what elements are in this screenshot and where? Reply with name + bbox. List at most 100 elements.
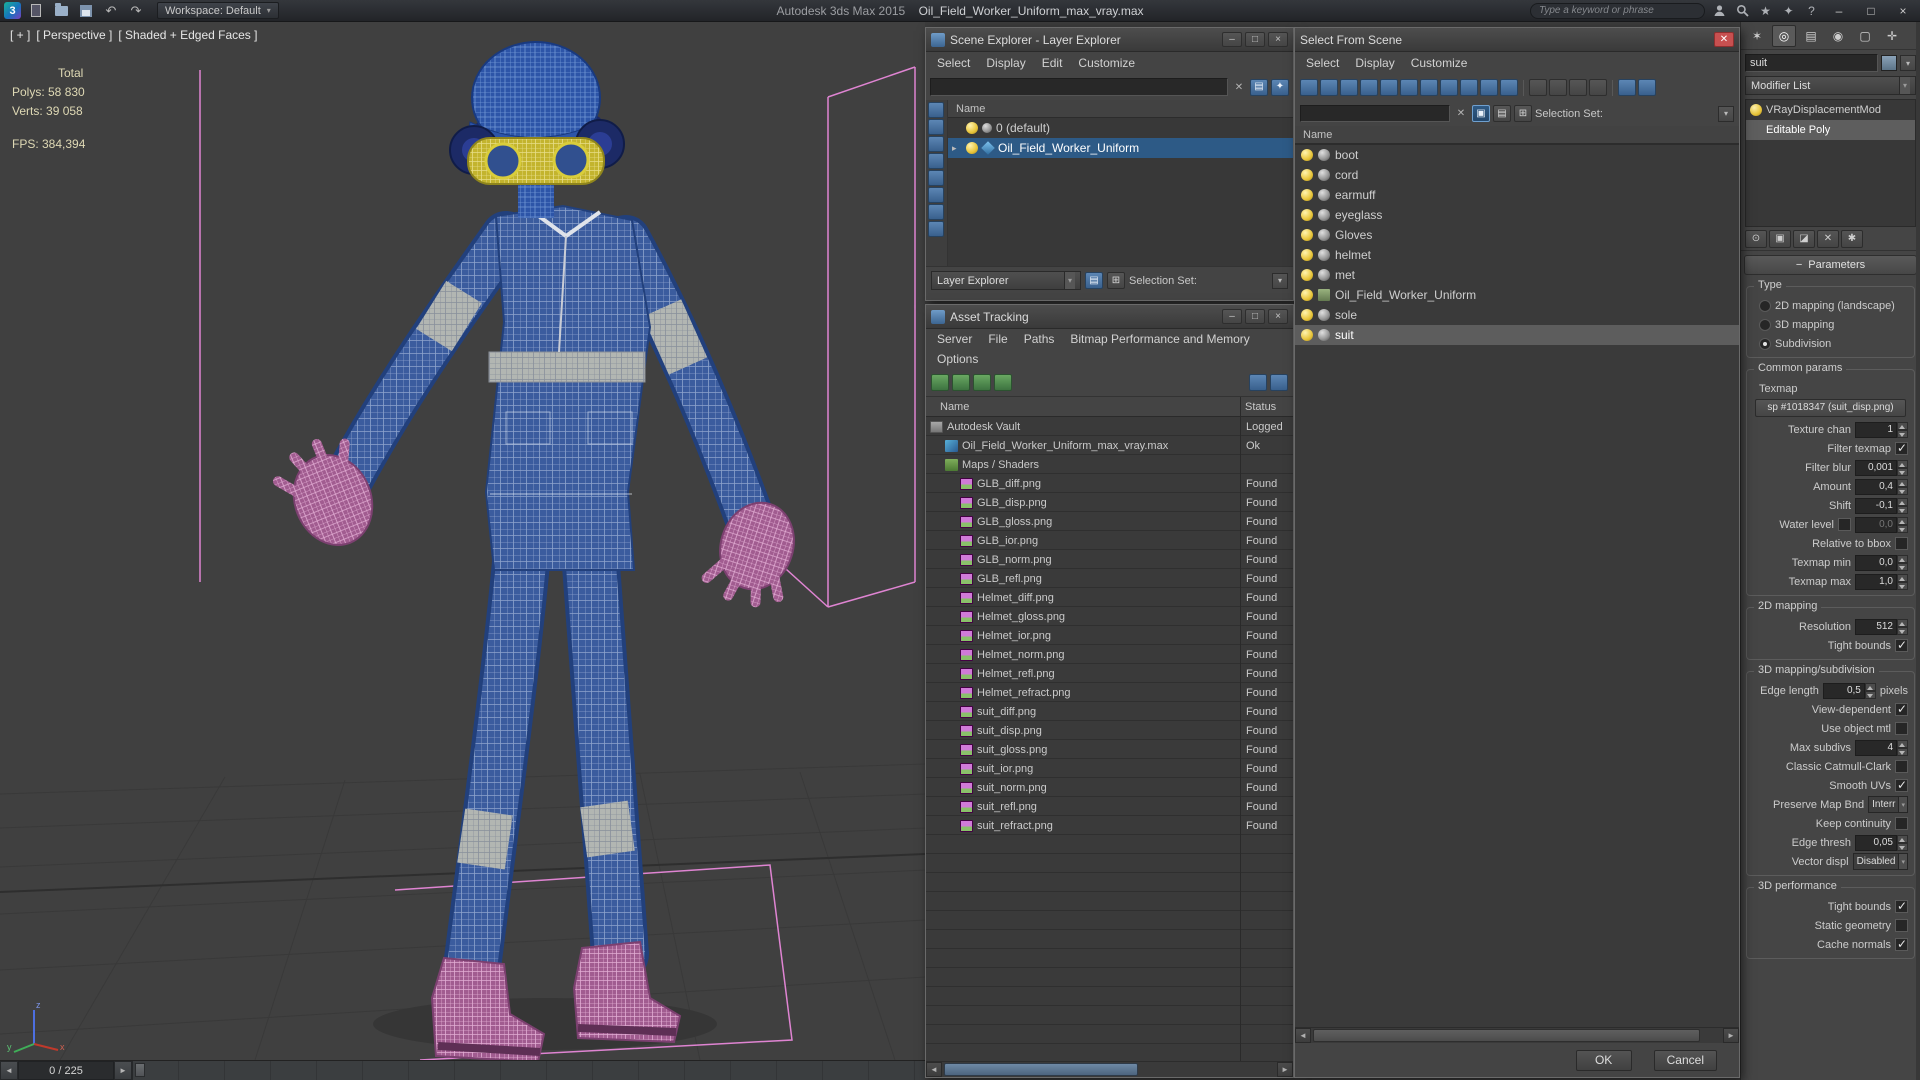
minimize-icon[interactable]: –: [1222, 309, 1242, 324]
communication-center-icon[interactable]: ✦: [1780, 2, 1797, 19]
explorer-mode-combo[interactable]: Layer Explorer ▾: [931, 271, 1081, 290]
hierarchy-mode-icon[interactable]: ✦: [1271, 78, 1289, 96]
toolbar-icon[interactable]: [1500, 79, 1518, 96]
2d-mapping-radio[interactable]: [1759, 299, 1771, 312]
frame-indicator[interactable]: 0 / 225: [18, 1061, 114, 1080]
toolbar-icon[interactable]: [1480, 79, 1498, 96]
table-row[interactable]: suit_disp.png Found: [926, 721, 1293, 740]
preserve-map-bnd-select[interactable]: Interr ▾: [1868, 796, 1908, 813]
tab-create-icon[interactable]: ✶: [1745, 25, 1769, 47]
list-item[interactable]: helmet: [1295, 245, 1739, 265]
layer-row-default[interactable]: 0 (default): [948, 118, 1293, 138]
name-column-header[interactable]: Name: [1295, 126, 1739, 144]
ok-button[interactable]: OK: [1575, 1049, 1632, 1071]
table-row[interactable]: Helmet_diff.png Found: [926, 588, 1293, 607]
table-row[interactable]: GLB_gloss.png Found: [926, 512, 1293, 531]
menu-file[interactable]: File: [980, 330, 1015, 348]
toolbar-icon[interactable]: [1320, 79, 1338, 96]
remove-modifier-icon[interactable]: ✕: [1817, 229, 1839, 248]
favorites-icon[interactable]: ★: [1757, 2, 1774, 19]
modifier-list-dropdown[interactable]: Modifier List ▾: [1745, 76, 1916, 95]
modifier-stack-item[interactable]: VRayDisplacementMod: [1746, 100, 1915, 120]
resolution-spinner[interactable]: 512: [1855, 618, 1908, 635]
toolbar-icon[interactable]: [994, 374, 1012, 391]
toolbar-icon[interactable]: [1360, 79, 1378, 96]
static-geometry-checkbox[interactable]: [1895, 919, 1908, 932]
maximize-icon[interactable]: □: [1245, 309, 1265, 324]
select-from-scene-titlebar[interactable]: Select From Scene ✕: [1295, 28, 1739, 52]
horizontal-scrollbar[interactable]: ◄ ►: [926, 1061, 1293, 1077]
table-row[interactable]: suit_norm.png Found: [926, 778, 1293, 797]
list-item[interactable]: met: [1295, 265, 1739, 285]
toolbar-icon[interactable]: [1460, 79, 1478, 96]
modifier-enable-icon[interactable]: [1750, 104, 1762, 116]
make-unique-icon[interactable]: ◪: [1793, 229, 1815, 248]
table-row[interactable]: suit_refl.png Found: [926, 797, 1293, 816]
use-object-mtl-checkbox[interactable]: [1895, 722, 1908, 735]
expand-arrow-icon[interactable]: ▸: [952, 143, 962, 154]
toolbar-icon[interactable]: [928, 119, 944, 135]
sign-in-icon[interactable]: [1711, 2, 1728, 19]
cache-normals-checkbox[interactable]: [1895, 937, 1908, 951]
classic-catmull-clark-checkbox[interactable]: [1895, 760, 1908, 773]
toolbar-icon[interactable]: [928, 153, 944, 169]
clear-search-icon[interactable]: ✕: [1453, 106, 1469, 122]
visibility-icon[interactable]: [1301, 269, 1313, 281]
list-item[interactable]: sole: [1295, 305, 1739, 325]
scroll-left-icon[interactable]: ◄: [1295, 1028, 1311, 1043]
close-icon[interactable]: ×: [1268, 309, 1288, 324]
keep-continuity-checkbox[interactable]: [1895, 817, 1908, 830]
search-icon[interactable]: [1734, 2, 1751, 19]
toolbar-icon[interactable]: [1300, 79, 1318, 96]
tight-bounds-3d-checkbox[interactable]: [1895, 899, 1908, 913]
clear-search-icon[interactable]: ✕: [1231, 79, 1247, 95]
subdivision-radio[interactable]: [1759, 337, 1771, 350]
object-color-swatch[interactable]: [1881, 55, 1897, 71]
scene-explorer-titlebar[interactable]: Scene Explorer - Layer Explorer – □ ×: [926, 28, 1293, 52]
shift-spinner[interactable]: -0,1: [1855, 497, 1908, 514]
viewport-shading-menu[interactable]: [ Shaded + Edged Faces ]: [118, 28, 257, 42]
visibility-icon[interactable]: [1301, 229, 1313, 241]
list-item[interactable]: Oil_Field_Worker_Uniform: [1295, 285, 1739, 305]
previous-frame-button[interactable]: ◄: [0, 1061, 18, 1080]
toolbar-icon[interactable]: [928, 204, 944, 220]
table-row[interactable]: Autodesk Vault Logged: [926, 417, 1293, 436]
table-row[interactable]: GLB_norm.png Found: [926, 550, 1293, 569]
select-by-layer-icon[interactable]: ▤: [1250, 78, 1268, 96]
scroll-right-icon[interactable]: ►: [1277, 1062, 1293, 1077]
tight-bounds-checkbox[interactable]: [1895, 638, 1908, 652]
table-row[interactable]: Maps / Shaders: [926, 455, 1293, 474]
scrollbar-thumb[interactable]: [1313, 1029, 1701, 1042]
filter-texmap-checkbox[interactable]: [1895, 441, 1908, 455]
filter-blur-spinner[interactable]: 0,001: [1855, 459, 1908, 476]
viewport-label[interactable]: [ + ] [ Perspective ] [ Shaded + Edged F…: [10, 28, 257, 42]
layer-tools-icon[interactable]: ▤: [1085, 272, 1103, 289]
table-row[interactable]: suit_gloss.png Found: [926, 740, 1293, 759]
table-row[interactable]: Oil_Field_Worker_Uniform_max_vray.max Ok: [926, 436, 1293, 455]
vector-displ-select[interactable]: Disabled ▾: [1852, 853, 1908, 870]
toolbar-icon[interactable]: [1618, 79, 1636, 96]
horizontal-scrollbar[interactable]: ◄ ►: [1295, 1027, 1739, 1043]
pin-stack-icon[interactable]: ⊙: [1745, 229, 1767, 248]
close-icon[interactable]: ✕: [1714, 32, 1734, 47]
toolbar-icon[interactable]: [1569, 79, 1587, 96]
menu-customize[interactable]: Customize: [1070, 54, 1143, 72]
visibility-icon[interactable]: [1301, 289, 1313, 301]
close-button[interactable]: ×: [1890, 2, 1916, 20]
layer-visibility-icon[interactable]: [966, 122, 978, 134]
layer-visibility-icon[interactable]: [966, 142, 978, 154]
list-item[interactable]: eyeglass: [1295, 205, 1739, 225]
help-icon[interactable]: ?: [1803, 2, 1820, 19]
new-file-icon[interactable]: [26, 2, 46, 20]
panel-scrollbar[interactable]: [1916, 22, 1920, 1080]
texmap-max-spinner[interactable]: 1,0: [1855, 573, 1908, 590]
tab-display-icon[interactable]: ▢: [1853, 25, 1877, 47]
list-item[interactable]: boot: [1295, 145, 1739, 165]
undo-icon[interactable]: ↶: [101, 2, 121, 20]
tab-modify-icon[interactable]: ◎: [1772, 24, 1796, 47]
scroll-right-icon[interactable]: ►: [1723, 1028, 1739, 1043]
scroll-left-icon[interactable]: ◄: [926, 1062, 942, 1077]
visibility-icon[interactable]: [1301, 209, 1313, 221]
layer-row-oil-field-worker[interactable]: ▸ Oil_Field_Worker_Uniform: [948, 138, 1293, 158]
table-row[interactable]: Helmet_ior.png Found: [926, 626, 1293, 645]
